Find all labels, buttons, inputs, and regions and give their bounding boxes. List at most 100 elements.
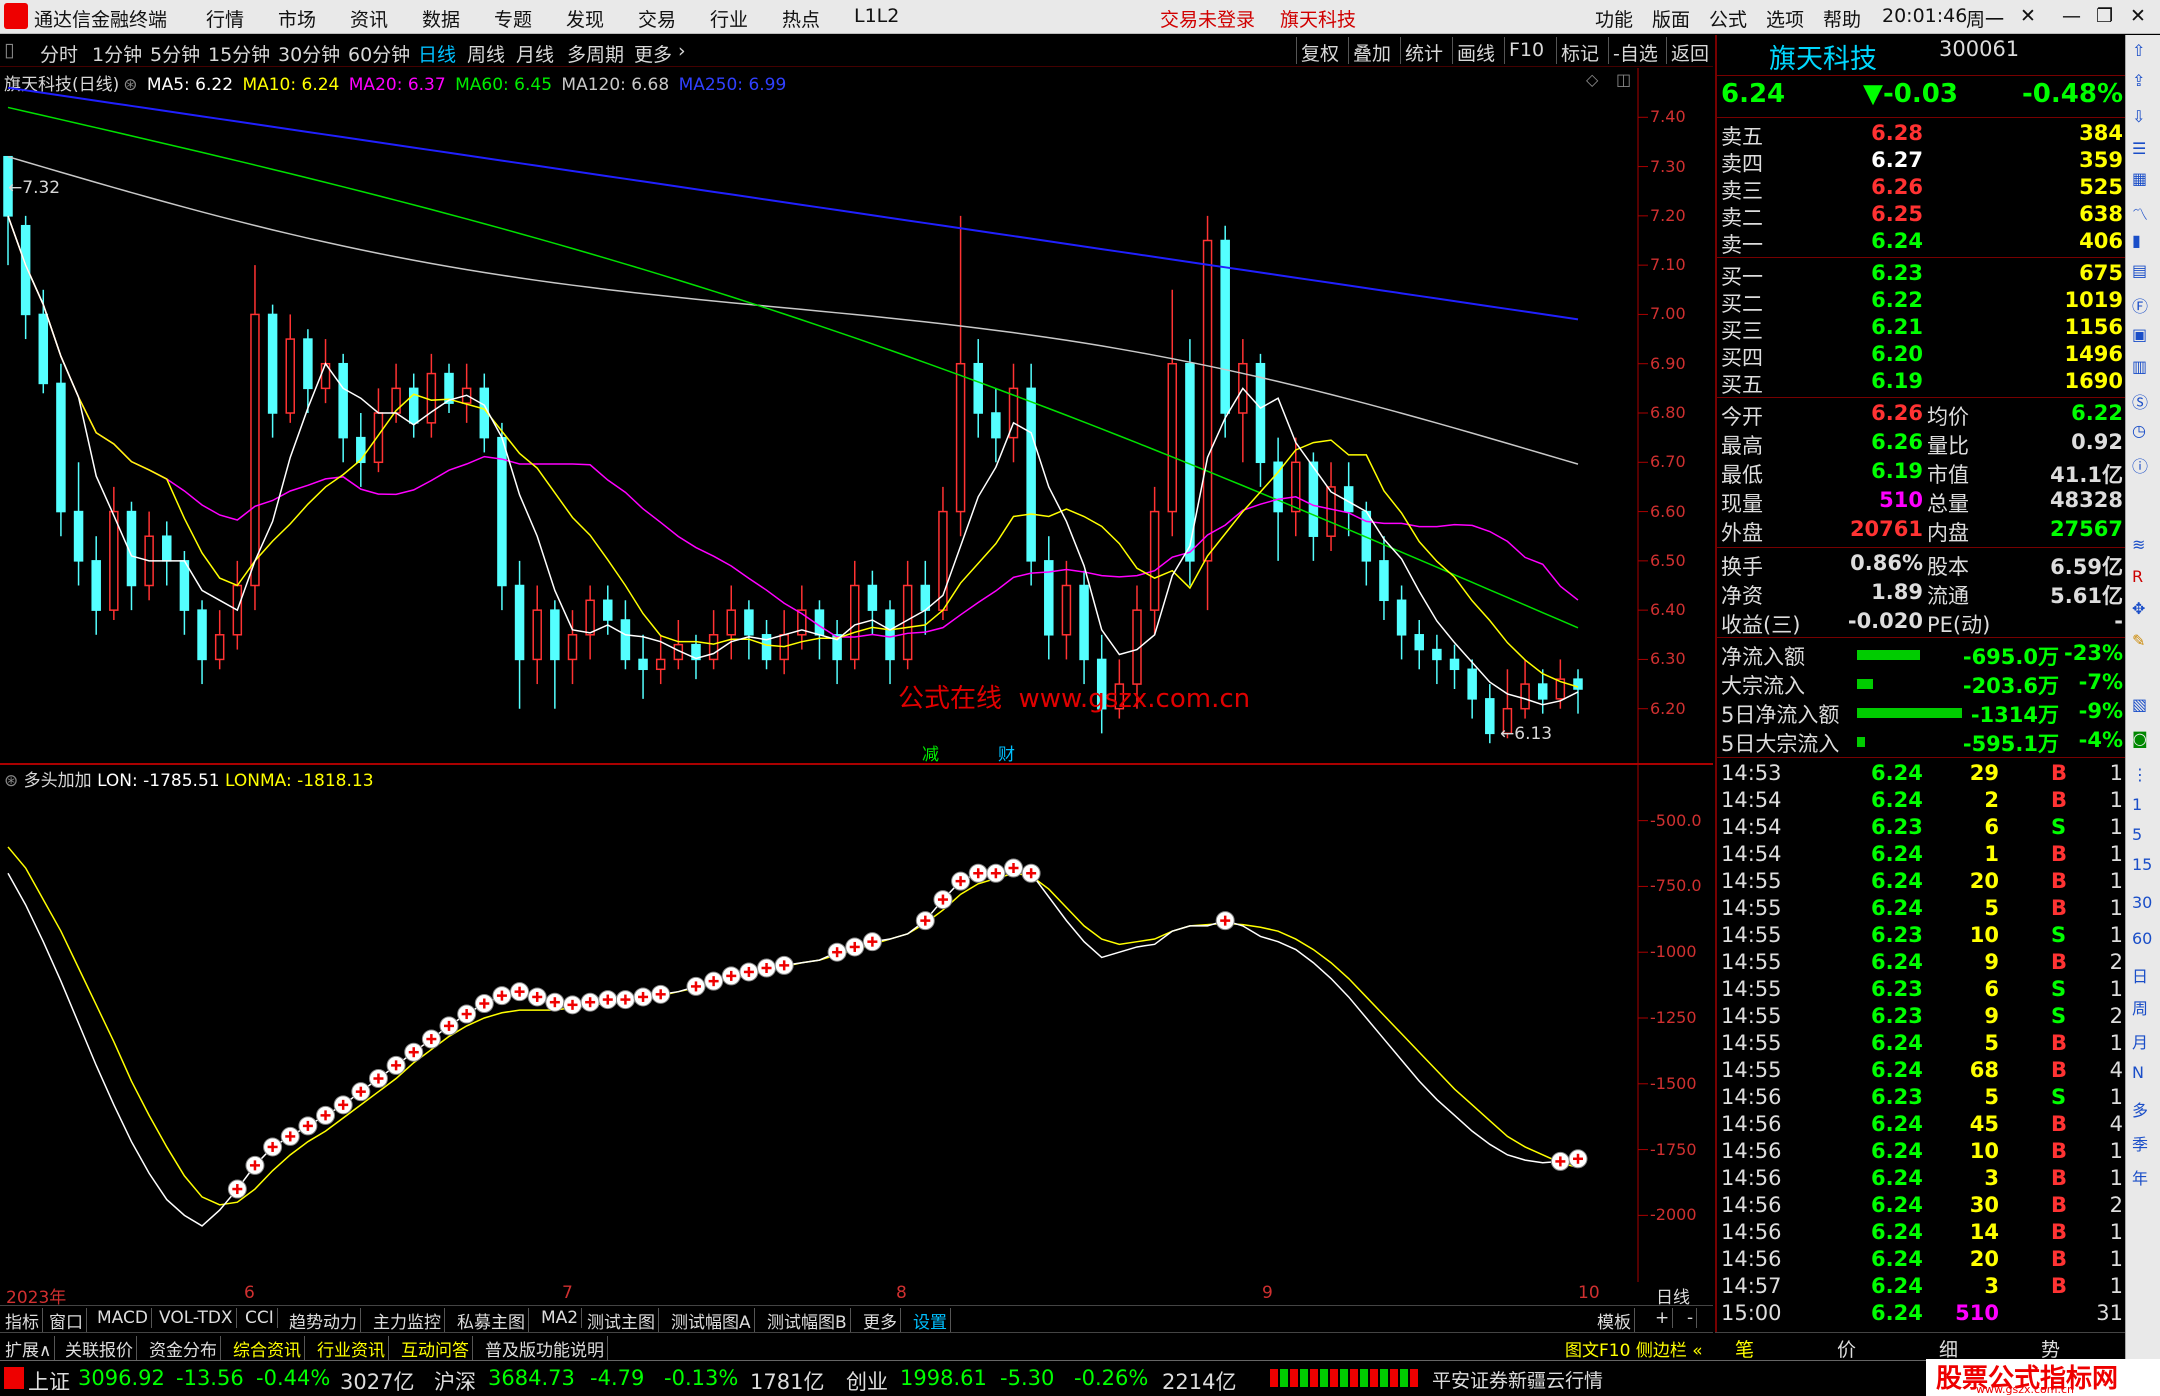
period-tab[interactable]: 分时 (40, 40, 78, 67)
candle-body[interactable] (179, 560, 190, 611)
side-period[interactable]: 日 (2132, 963, 2148, 987)
menu-news[interactable]: 资讯 (350, 5, 388, 32)
grid-icon[interactable]: ▦ (2132, 169, 2147, 188)
side-period[interactable]: 多 (2132, 1097, 2148, 1121)
tick-row[interactable]: 14:55 6.23 9 S 2 (1717, 1004, 2127, 1031)
candle-body[interactable] (1414, 634, 1424, 651)
menu-industry[interactable]: 行业 (710, 5, 748, 32)
buy-signal-marker[interactable] (245, 1155, 265, 1175)
info-icon[interactable]: ⓘ (2132, 453, 2148, 477)
flow-row[interactable]: 5日大宗流入 -595.1万 -4% (1717, 728, 2127, 756)
period-tab-active[interactable]: 日线 (418, 40, 456, 67)
side-num[interactable]: 60 (2132, 929, 2152, 948)
index-cy-name[interactable]: 创业 (846, 1366, 888, 1396)
buy-signal-marker[interactable] (651, 984, 671, 1004)
tab-test-b[interactable]: 测试幅图B (764, 1308, 851, 1333)
candle-body[interactable] (744, 609, 754, 636)
indicator-toggle-icon[interactable]: ⊛ (4, 771, 18, 791)
buy-signal-marker[interactable] (933, 890, 953, 910)
candle-body[interactable] (726, 609, 737, 636)
list-icon[interactable]: ☰ (2132, 139, 2146, 158)
buy-signal-marker[interactable] (633, 987, 653, 1007)
stock-header[interactable]: 旗天科技 300061 (1717, 37, 2127, 75)
tick-row[interactable]: 14:56 6.23 5 S 1 (1717, 1085, 2127, 1112)
broker-name[interactable]: 平安证券新疆云行情 (1432, 1366, 1603, 1393)
side-period[interactable]: N (2132, 1063, 2144, 1082)
move-icon[interactable]: ✥ (2132, 599, 2145, 618)
f10-icon[interactable]: Ⓕ (2132, 293, 2148, 317)
trade-login-status[interactable]: 交易未登录 (1160, 5, 1255, 32)
draw-button[interactable]: 画线 (1452, 37, 1499, 65)
period-tab[interactable]: 15分钟 (208, 40, 270, 67)
candle-body[interactable] (391, 387, 401, 414)
refresh-icon[interactable]: ⇪ (2132, 71, 2145, 90)
buy-signal-marker[interactable] (1215, 911, 1235, 931)
candle-body[interactable] (1079, 584, 1089, 661)
tick-row[interactable]: 14:55 6.24 20 B 1 (1717, 869, 2127, 896)
menu-formula[interactable]: 公式 (1709, 5, 1747, 32)
index-sh-name[interactable]: 上证 (28, 1366, 70, 1396)
candle-body[interactable] (1167, 362, 1178, 513)
candle-body[interactable] (955, 362, 966, 513)
buy-signal-marker[interactable] (227, 1179, 247, 1199)
menu-layout[interactable]: 版面 (1652, 5, 1690, 32)
menu-market[interactable]: 市场 (278, 5, 316, 32)
tab-qa[interactable]: 互动问答 (398, 1336, 473, 1361)
buy-signal-marker[interactable] (915, 911, 935, 931)
tab-private[interactable]: 私募主图 (454, 1308, 529, 1333)
overlay-button[interactable]: 叠加 (1348, 37, 1395, 65)
tab-price[interactable]: 价 (1837, 1335, 1856, 1362)
ask-row[interactable]: 卖三 6.26 525 (1717, 175, 2127, 203)
period-tab[interactable]: 多周期 (567, 40, 624, 67)
buy-signal-marker[interactable] (404, 1042, 424, 1062)
menu-l1l2[interactable]: L1L2 (854, 5, 899, 27)
candle-body[interactable] (91, 560, 101, 611)
candle-body[interactable] (585, 599, 595, 636)
candle-body[interactable] (303, 338, 313, 390)
candle-body[interactable] (567, 634, 578, 661)
buy-signal-marker[interactable] (686, 976, 706, 996)
candle-body[interactable] (56, 382, 66, 513)
candle-body[interactable] (849, 584, 860, 661)
ask-row[interactable]: 卖五 6.28 384 (1717, 121, 2127, 149)
nums-icon[interactable]: ⋮ (2132, 765, 2148, 784)
flow-row[interactable]: 大宗流入 -203.6万 -7% (1717, 670, 2127, 698)
stat-row[interactable]: 最低 6.19 市值 41.1亿 (1717, 459, 2127, 487)
buy-signal-marker[interactable] (951, 871, 971, 891)
side-num[interactable]: 30 (2132, 893, 2152, 912)
event-mark-finance[interactable]: 财 (998, 740, 1015, 765)
candle-body[interactable] (1396, 599, 1407, 636)
candle-body[interactable] (532, 609, 542, 661)
stat-row[interactable]: 外盘 20761 内盘 27567 (1717, 517, 2127, 545)
menu-options[interactable]: 选项 (1766, 5, 1804, 32)
candle-body[interactable] (373, 412, 384, 464)
period-tab[interactable]: 60分钟 (348, 40, 410, 67)
add-window-button[interactable]: + (1652, 1308, 1674, 1328)
stat-row[interactable]: 今开 6.26 均价 6.22 (1717, 401, 2127, 429)
stat-row[interactable]: 现量 510 总量 48328 (1717, 488, 2127, 516)
tab-settings[interactable]: 设置 (910, 1308, 951, 1333)
buy-signal-marker[interactable] (439, 1016, 459, 1036)
stat-row[interactable]: 换手 0.86% 股本 6.59亿 (1717, 551, 2127, 579)
buy-signal-marker[interactable] (421, 1029, 441, 1049)
close-window-icon[interactable]: ✕ (2130, 5, 2146, 27)
minimize-icon[interactable]: — (2062, 5, 2081, 27)
bid-row[interactable]: 买一 6.23 675 (1717, 261, 2127, 289)
candle-body[interactable] (708, 634, 719, 661)
tab-window[interactable]: 窗口 (46, 1308, 87, 1333)
buy-signal-marker[interactable] (580, 992, 600, 1012)
candle-body[interactable] (1520, 683, 1530, 710)
buy-signal-marker[interactable] (598, 990, 618, 1010)
index-sz-name[interactable]: 沪深 (434, 1366, 476, 1396)
candle-body[interactable] (1308, 461, 1319, 537)
wave-icon[interactable]: ≋ (2132, 535, 2145, 554)
candle-body[interactable] (1432, 648, 1442, 661)
buy-signal-marker[interactable] (1568, 1149, 1588, 1169)
stat-row[interactable]: 净资 1.89 流通 5.61亿 (1717, 580, 2127, 608)
f10-button[interactable]: F10 (1504, 37, 1548, 64)
candle-body[interactable] (1485, 698, 1495, 735)
candle-body[interactable] (267, 313, 278, 414)
period-tab[interactable]: 1分钟 (92, 40, 142, 67)
buy-signal-marker[interactable] (615, 990, 635, 1010)
buy-signal-marker[interactable] (368, 1069, 388, 1089)
